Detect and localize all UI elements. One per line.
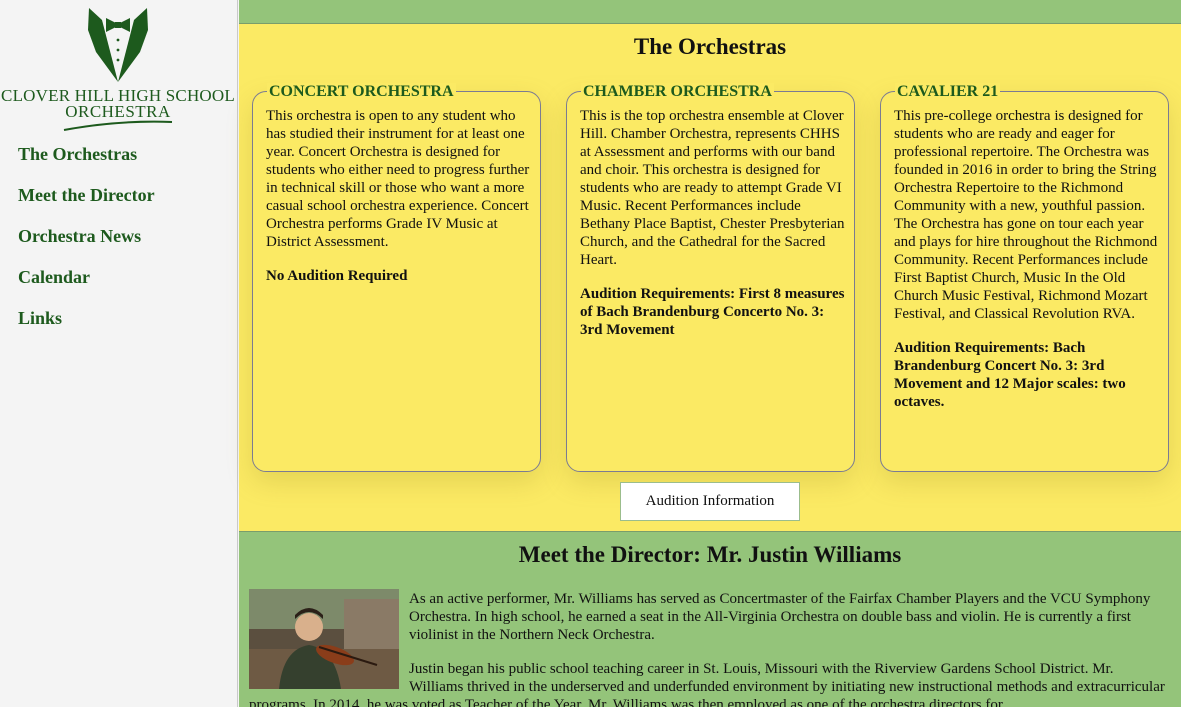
card-requirement: No Audition Required	[266, 268, 408, 284]
director-photo	[249, 589, 399, 689]
orchestras-heading: The Orchestras	[633, 34, 787, 59]
card-title: CONCERT ORCHESTRA	[267, 83, 456, 101]
swoosh-icon	[63, 120, 173, 131]
nav-link-meet-the-director[interactable]: Meet the Director	[18, 185, 155, 205]
audition-information-button[interactable]: Audition Information	[620, 482, 800, 521]
card-requirement: Audition Requirements: Bach Brandenburg …	[894, 340, 1126, 410]
main-nav: The Orchestras Meet the Director Orchest…	[18, 144, 155, 349]
nav-link-orchestra-news[interactable]: Orchestra News	[18, 226, 141, 246]
card-body: This is the top orchestra ensemble at Cl…	[580, 107, 846, 355]
orchestras-section: The Orchestras CONCERT ORCHESTRA This or…	[239, 24, 1181, 532]
concert-orchestra-card: CONCERT ORCHESTRA This orchestra is open…	[252, 83, 541, 472]
card-description: This is the top orchestra ensemble at Cl…	[580, 108, 845, 268]
card-title: CHAMBER ORCHESTRA	[581, 83, 774, 101]
main-content: The Orchestras CONCERT ORCHESTRA This or…	[239, 0, 1181, 707]
chamber-orchestra-card: CHAMBER ORCHESTRA This is the top orches…	[566, 83, 855, 472]
director-heading: Meet the Director: Mr. Justin Williams	[518, 542, 902, 567]
cavalier-21-card: CAVALIER 21 This pre-college orchestra i…	[880, 83, 1169, 472]
tuxedo-bowtie-icon	[88, 8, 148, 82]
card-requirement: Audition Requirements: First 8 measures …	[580, 286, 845, 338]
school-logo[interactable]: CLOVER HILL HIGH SCHOOL ORCHESTRA	[0, 4, 238, 131]
nav-link-calendar[interactable]: Calendar	[18, 267, 90, 287]
card-description: This pre-college orchestra is designed f…	[894, 108, 1158, 322]
top-strip	[239, 0, 1181, 24]
card-body: This orchestra is open to any student wh…	[266, 107, 532, 301]
director-section: Meet the Director: Mr. Justin Williams A…	[239, 532, 1181, 707]
nav-link-links[interactable]: Links	[18, 308, 62, 328]
nav-link-the-orchestras[interactable]: The Orchestras	[18, 144, 137, 164]
card-title: CAVALIER 21	[895, 83, 1001, 101]
card-body: This pre-college orchestra is designed f…	[894, 107, 1160, 427]
card-description: This orchestra is open to any student wh…	[266, 108, 530, 250]
sidebar: CLOVER HILL HIGH SCHOOL ORCHESTRA The Or…	[0, 0, 238, 707]
